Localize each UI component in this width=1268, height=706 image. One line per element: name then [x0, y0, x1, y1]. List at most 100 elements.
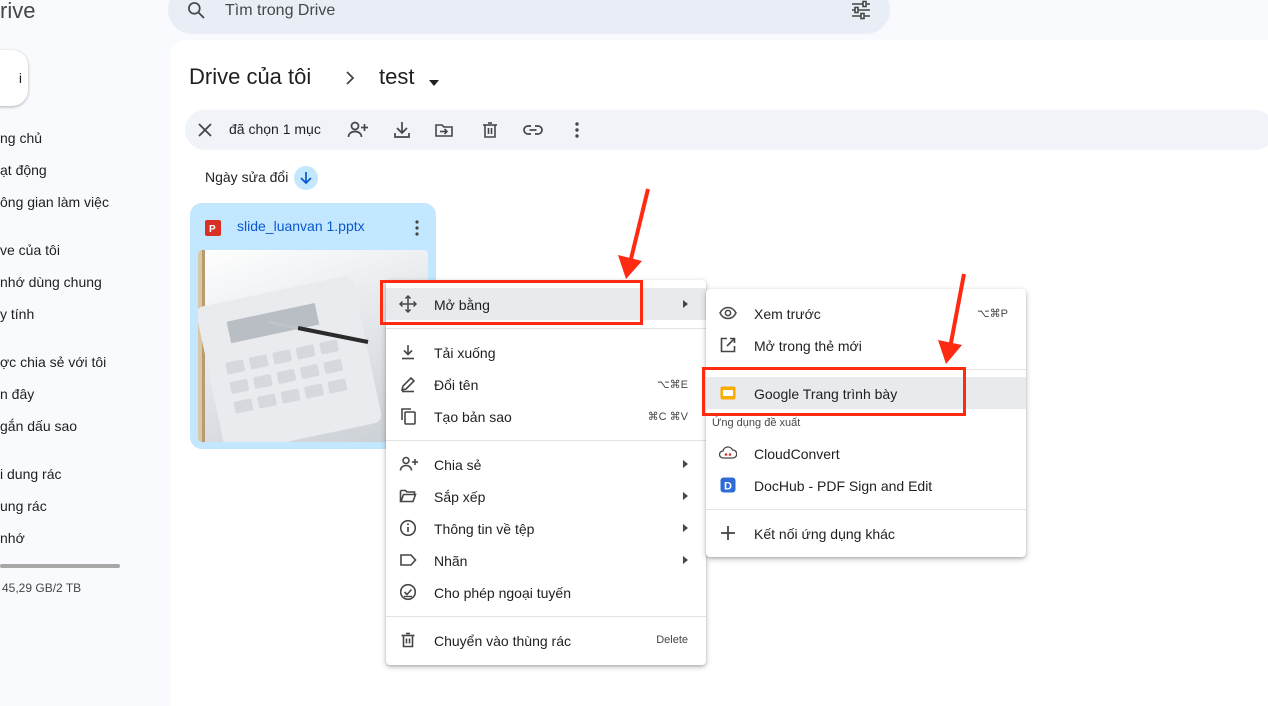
clear-selection-icon[interactable] — [197, 122, 213, 143]
menu-item-file-info[interactable]: Thông tin về tệp — [386, 512, 706, 544]
folder-open-icon — [399, 487, 417, 505]
submenu-label-preview: Xem trước — [754, 306, 821, 322]
submenu-arrow-icon — [683, 524, 688, 532]
cloudconvert-icon — [718, 444, 738, 462]
filter-options-icon[interactable] — [850, 0, 872, 25]
pencil-icon — [399, 375, 417, 393]
sort-by-label[interactable]: Ngày sửa đổi — [205, 169, 288, 185]
svg-text:D: D — [724, 481, 732, 493]
more-actions-icon[interactable] — [567, 120, 587, 140]
submenu-item-preview[interactable]: Xem trước ⌥⌘P — [706, 297, 1026, 329]
rename-shortcut: ⌥⌘E — [656, 379, 688, 391]
preview-shortcut: ⌥⌘P — [976, 308, 1008, 320]
sidebar-item-trash[interactable]: ung rác — [0, 496, 47, 516]
menu-divider — [386, 328, 706, 329]
menu-label-move-to-trash: Chuyển vào thùng rác — [434, 633, 571, 649]
sidebar-item-starred[interactable]: gắn dấu sao — [0, 416, 77, 436]
label-tag-icon — [399, 551, 417, 569]
submenu-label-connect-more-apps: Kết nối ứng dụng khác — [754, 526, 895, 542]
context-menu: Mở bằng Tải xuống Đổi tên ⌥⌘E Tạo bản sa… — [386, 280, 706, 665]
copy-shortcut: ⌘C ⌘V — [647, 411, 688, 423]
file-name[interactable]: slide_luanvan 1.pptx — [237, 218, 365, 234]
submenu-item-connect-more-apps[interactable]: Kết nối ứng dụng khác — [706, 517, 1026, 549]
breadcrumb-current-folder[interactable]: test — [379, 64, 414, 90]
search-icon[interactable] — [186, 0, 206, 25]
move-to-folder-icon[interactable] — [434, 120, 454, 140]
menu-item-rename[interactable]: Đổi tên ⌥⌘E — [386, 368, 706, 400]
menu-label-make-copy: Tạo bản sao — [434, 409, 512, 425]
submenu-label-open-new-tab: Mở trong thẻ mới — [754, 338, 862, 354]
menu-divider — [706, 509, 1026, 510]
annotation-arrow-icon — [618, 188, 650, 279]
selection-count: đã chọn 1 mục — [229, 121, 321, 137]
sidebar-item-shared-drives[interactable]: nhớ dùng chung — [0, 272, 102, 292]
menu-item-make-copy[interactable]: Tạo bản sao ⌘C ⌘V — [386, 400, 706, 432]
sidebar-item-storage[interactable]: nhớ — [0, 528, 25, 548]
menu-label-offline: Cho phép ngoại tuyến — [434, 585, 571, 601]
open-with-submenu: Xem trước ⌥⌘P Mở trong thẻ mới Google Tr… — [706, 289, 1026, 557]
sidebar-item-spam[interactable]: i dung rác — [0, 464, 61, 484]
sidebar-item-computers[interactable]: y tính — [0, 304, 34, 324]
menu-item-move-to-trash[interactable]: Chuyển vào thùng rác Delete — [386, 624, 706, 656]
submenu-arrow-icon — [683, 492, 688, 500]
annotation-box-open-with — [380, 280, 643, 325]
menu-label-file-info: Thông tin về tệp — [434, 521, 535, 537]
storage-usage-text: 45,29 GB/2 TB — [2, 581, 82, 595]
submenu-label-cloudconvert: CloudConvert — [754, 446, 840, 462]
info-icon — [399, 519, 417, 537]
menu-item-download[interactable]: Tải xuống — [386, 336, 706, 368]
annotation-arrow-icon — [938, 273, 966, 364]
submenu-item-dochub[interactable]: D DocHub - PDF Sign and Edit — [706, 469, 1026, 501]
menu-item-share[interactable]: Chia sẻ — [386, 448, 706, 480]
share-person-add-icon[interactable] — [347, 120, 368, 140]
menu-divider — [386, 616, 706, 617]
search-input[interactable]: Tìm trong Drive — [225, 2, 335, 20]
annotation-box-google-slides — [702, 367, 966, 416]
plus-icon — [719, 524, 737, 542]
sidebar-item-activity[interactable]: ạt động — [0, 160, 47, 180]
submenu-arrow-icon — [683, 556, 688, 564]
arrow-down-icon — [300, 172, 312, 185]
breadcrumb-my-drive[interactable]: Drive của tôi — [189, 64, 311, 90]
person-add-icon — [399, 455, 418, 473]
offline-check-icon — [399, 583, 417, 601]
sidebar-item-recent[interactable]: n đây — [0, 384, 34, 404]
sort-direction-button[interactable] — [294, 166, 318, 190]
download-icon[interactable] — [392, 120, 412, 140]
caret-down-icon[interactable] — [428, 74, 440, 92]
menu-label-share: Chia sẻ — [434, 457, 482, 473]
file-more-icon[interactable] — [410, 218, 424, 243]
menu-label-labels: Nhãn — [434, 553, 468, 569]
storage-bar — [0, 564, 120, 568]
copy-link-icon[interactable] — [523, 120, 543, 140]
sidebar-item-home[interactable]: ng chủ — [0, 128, 42, 148]
chevron-right-icon — [342, 68, 358, 93]
dochub-icon: D — [719, 476, 737, 494]
submenu-item-cloudconvert[interactable]: CloudConvert — [706, 437, 1026, 469]
sidebar-item-workspaces[interactable]: ông gian làm việc — [0, 192, 109, 212]
menu-item-offline[interactable]: Cho phép ngoại tuyến — [386, 576, 706, 608]
submenu-item-open-new-tab[interactable]: Mở trong thẻ mới — [706, 329, 1026, 361]
trash-icon[interactable] — [480, 120, 500, 140]
powerpoint-file-icon: P — [204, 219, 222, 242]
submenu-arrow-icon — [683, 300, 688, 308]
copy-icon — [399, 407, 417, 425]
sidebar-item-shared-with-me[interactable]: ợc chia sẻ với tôi — [0, 352, 106, 372]
submenu-arrow-icon — [683, 460, 688, 468]
menu-label-download: Tải xuống — [434, 345, 496, 361]
sidebar-item-my-drive[interactable]: ve của tôi — [0, 240, 60, 260]
app-logo-text: rive — [0, 0, 36, 23]
suggested-apps-header: Ứng dụng đề xuất — [712, 417, 801, 429]
menu-item-organize[interactable]: Sắp xếp — [386, 480, 706, 512]
menu-label-organize: Sắp xếp — [434, 489, 486, 505]
new-button[interactable]: i — [0, 50, 28, 106]
open-in-new-icon — [719, 336, 737, 354]
menu-item-labels[interactable]: Nhãn — [386, 544, 706, 576]
search-bar[interactable]: Tìm trong Drive — [168, 0, 890, 34]
trash-shortcut: Delete — [656, 634, 688, 646]
submenu-label-dochub: DocHub - PDF Sign and Edit — [754, 478, 933, 494]
svg-text:P: P — [209, 224, 216, 235]
download-icon — [399, 343, 417, 361]
menu-label-rename: Đổi tên — [434, 377, 479, 393]
eye-icon — [719, 304, 737, 322]
